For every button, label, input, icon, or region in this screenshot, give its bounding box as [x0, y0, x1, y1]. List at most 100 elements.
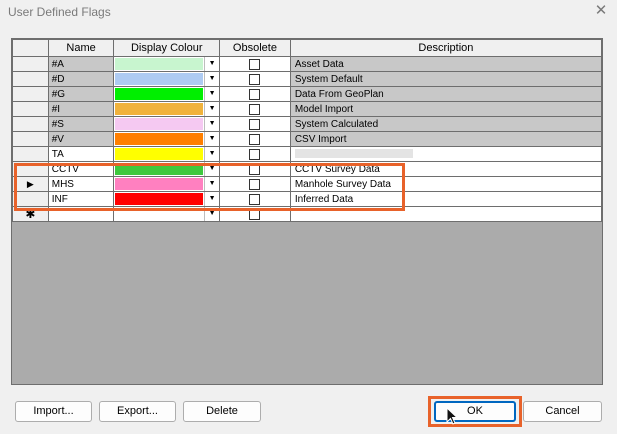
- row-selector[interactable]: [12, 86, 49, 102]
- table-row[interactable]: INF ▼ Inferred Data: [12, 191, 602, 207]
- row-selector[interactable]: [12, 71, 49, 87]
- close-icon[interactable]: ✕: [593, 3, 609, 19]
- new-row[interactable]: ✱ ▼: [12, 206, 602, 222]
- flag-name-cell[interactable]: MHS: [47, 176, 115, 192]
- display-colour-cell[interactable]: ▼: [113, 56, 221, 72]
- obsolete-checkbox[interactable]: [249, 163, 261, 175]
- description-cell[interactable]: Asset Data: [289, 56, 602, 72]
- dropdown-arrow-icon[interactable]: ▼: [204, 57, 219, 71]
- obsolete-checkbox[interactable]: [249, 148, 261, 160]
- flag-name-cell[interactable]: #A: [47, 56, 115, 72]
- obsolete-checkbox[interactable]: [249, 73, 261, 85]
- colour-swatch: [115, 118, 204, 130]
- obsolete-checkbox[interactable]: [249, 178, 261, 190]
- table-row[interactable]: #V ▼ CSV Import: [12, 131, 602, 147]
- obsolete-checkbox[interactable]: [249, 133, 261, 145]
- flag-name-cell[interactable]: #D: [47, 71, 115, 87]
- new-display-colour-cell[interactable]: ▼: [113, 206, 221, 222]
- flag-name-cell[interactable]: #I: [47, 101, 115, 117]
- row-selector[interactable]: [12, 146, 49, 162]
- obsolete-checkbox[interactable]: [249, 88, 261, 100]
- delete-button[interactable]: Delete: [183, 401, 261, 422]
- new-row-asterisk-icon[interactable]: ✱: [12, 206, 49, 222]
- display-colour-cell[interactable]: ▼: [113, 191, 221, 207]
- description-cell[interactable]: Model Import: [289, 101, 602, 117]
- description-cell[interactable]: CCTV Survey Data: [289, 161, 602, 177]
- export-button[interactable]: Export...: [99, 401, 176, 422]
- table-row[interactable]: CCTV ▼ CCTV Survey Data: [12, 161, 602, 177]
- table-row[interactable]: #S ▼ System Calculated: [12, 116, 602, 132]
- table-row[interactable]: ▶ MHS ▼ Manhole Survey Data: [12, 176, 602, 192]
- flag-name-cell[interactable]: #G: [47, 86, 115, 102]
- mouse-pointer-icon: [446, 407, 458, 425]
- dropdown-arrow-icon[interactable]: ▼: [204, 162, 219, 176]
- row-selector[interactable]: [12, 161, 49, 177]
- description-cell[interactable]: Data From GeoPlan: [289, 86, 602, 102]
- colour-swatch: [115, 88, 204, 100]
- dropdown-arrow-icon[interactable]: ▼: [204, 207, 219, 221]
- flag-name-cell[interactable]: INF: [47, 191, 115, 207]
- dropdown-arrow-icon[interactable]: ▼: [204, 87, 219, 101]
- new-obsolete-cell: [219, 206, 291, 222]
- row-selector[interactable]: [12, 116, 49, 132]
- display-colour-cell[interactable]: ▼: [113, 101, 221, 117]
- display-colour-cell[interactable]: ▼: [113, 71, 221, 87]
- row-selector[interactable]: [12, 131, 49, 147]
- table-row[interactable]: TA ▼: [12, 146, 602, 162]
- obsolete-checkbox[interactable]: [249, 193, 261, 205]
- description-cell[interactable]: System Calculated: [289, 116, 602, 132]
- obsolete-checkbox[interactable]: [249, 103, 261, 115]
- table-row[interactable]: #G ▼ Data From GeoPlan: [12, 86, 602, 102]
- description-cell[interactable]: Inferred Data: [289, 191, 602, 207]
- description-cell[interactable]: Manhole Survey Data: [289, 176, 602, 192]
- column-header-description[interactable]: Description: [289, 39, 602, 57]
- flag-name-cell[interactable]: TA: [47, 146, 115, 162]
- flags-grid[interactable]: Name Display Colour Obsolete Description…: [11, 38, 603, 385]
- row-selector[interactable]: [12, 56, 49, 72]
- column-header-obsolete[interactable]: Obsolete: [219, 39, 291, 57]
- colour-swatch: [115, 148, 204, 160]
- flag-name-cell[interactable]: CCTV: [47, 161, 115, 177]
- import-button[interactable]: Import...: [15, 401, 92, 422]
- obsolete-cell: [219, 86, 291, 102]
- obsolete-checkbox[interactable]: [249, 118, 261, 130]
- flag-name-cell[interactable]: #S: [47, 116, 115, 132]
- column-header-display-colour[interactable]: Display Colour: [113, 39, 221, 57]
- obsolete-cell: [219, 161, 291, 177]
- description-cell[interactable]: CSV Import: [289, 131, 602, 147]
- display-colour-cell[interactable]: ▼: [113, 86, 221, 102]
- obsolete-checkbox[interactable]: [249, 58, 261, 70]
- flag-name-cell[interactable]: #V: [47, 131, 115, 147]
- dropdown-arrow-icon[interactable]: ▼: [204, 132, 219, 146]
- display-colour-cell[interactable]: ▼: [113, 116, 221, 132]
- dropdown-arrow-icon[interactable]: ▼: [204, 72, 219, 86]
- description-cell[interactable]: [289, 146, 602, 162]
- table-row[interactable]: #D ▼ System Default: [12, 71, 602, 87]
- colour-swatch: [115, 193, 204, 205]
- table-row[interactable]: #I ▼ Model Import: [12, 101, 602, 117]
- display-colour-cell[interactable]: ▼: [113, 146, 221, 162]
- dropdown-arrow-icon[interactable]: ▼: [204, 192, 219, 206]
- obsolete-cell: [219, 71, 291, 87]
- display-colour-cell[interactable]: ▼: [113, 176, 221, 192]
- column-header-name[interactable]: Name: [47, 39, 115, 57]
- row-selector[interactable]: [12, 101, 49, 117]
- current-row-marker-icon[interactable]: ▶: [12, 176, 49, 192]
- cancel-button[interactable]: Cancel: [523, 401, 602, 422]
- colour-swatch: [115, 178, 204, 190]
- display-colour-cell[interactable]: ▼: [113, 131, 221, 147]
- dropdown-arrow-icon[interactable]: ▼: [204, 102, 219, 116]
- dropdown-arrow-icon[interactable]: ▼: [204, 147, 219, 161]
- new-flag-name-cell[interactable]: [47, 206, 115, 222]
- new-description-cell[interactable]: [289, 206, 602, 222]
- obsolete-checkbox[interactable]: [249, 208, 261, 220]
- row-selector-header[interactable]: [12, 39, 49, 57]
- dropdown-arrow-icon[interactable]: ▼: [204, 117, 219, 131]
- row-selector[interactable]: [12, 191, 49, 207]
- table-row[interactable]: #A ▼ Asset Data: [12, 56, 602, 72]
- dropdown-arrow-icon[interactable]: ▼: [204, 177, 219, 191]
- description-cell[interactable]: System Default: [289, 71, 602, 87]
- obsolete-cell: [219, 146, 291, 162]
- display-colour-cell[interactable]: ▼: [113, 161, 221, 177]
- colour-swatch: [115, 73, 204, 85]
